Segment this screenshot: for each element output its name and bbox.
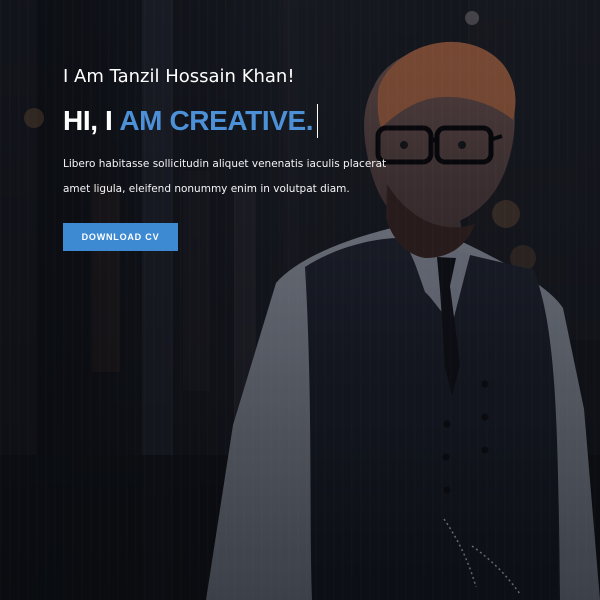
hero-section: I Am Tanzil Hossain Khan! HI, I AM CREAT… (0, 0, 600, 600)
hero-description: Libero habitasse sollicitudin aliquet ve… (63, 158, 387, 195)
headline-prefix: HI, I (63, 105, 113, 136)
headline-highlight: AM CREATIVE. (119, 105, 314, 136)
intro-text: I Am Tanzil Hossain Khan! (63, 66, 295, 87)
hero-headline: HI, I AM CREATIVE. (63, 104, 403, 138)
download-cv-button[interactable]: DOWNLOAD CV (63, 223, 178, 251)
hero-content: I Am Tanzil Hossain Khan! HI, I AM CREAT… (63, 66, 403, 251)
typing-caret (317, 104, 319, 138)
